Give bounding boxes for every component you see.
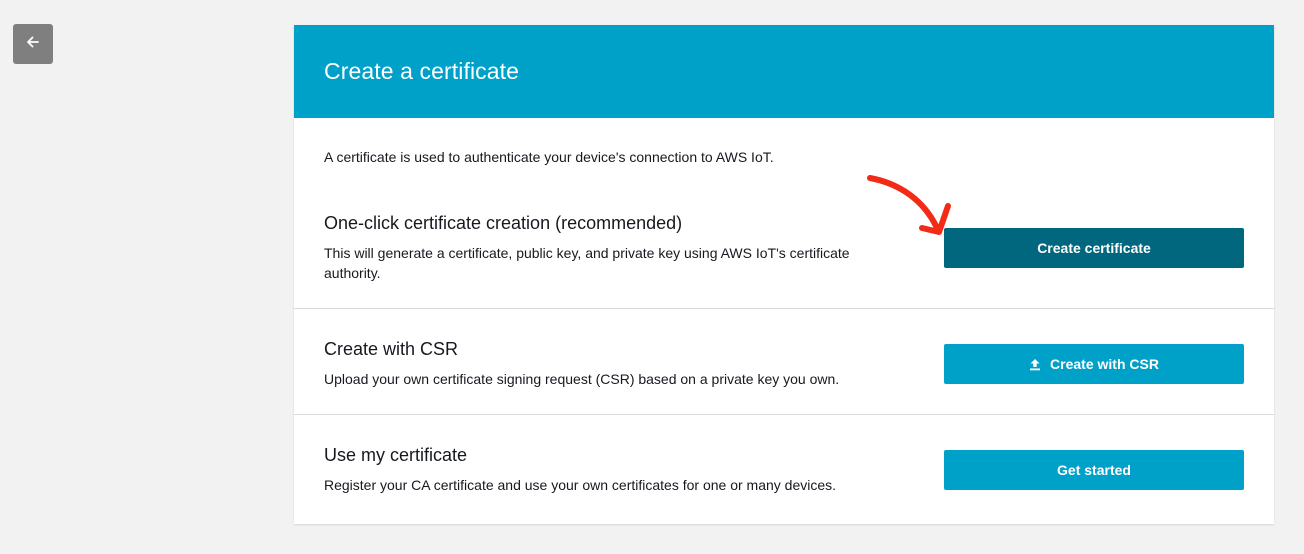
section-description: This will generate a certificate, public… (324, 245, 850, 281)
section-description: Upload your own certificate signing requ… (324, 371, 840, 387)
divider (294, 414, 1274, 415)
section-description: Register your CA certificate and use you… (324, 477, 837, 493)
section-title: Create with CSR (324, 339, 459, 359)
button-label: Get started (1057, 462, 1131, 478)
intro-text: A certificate is used to authenticate yo… (324, 149, 774, 165)
section-title: One-click certificate creation (recommen… (324, 213, 683, 233)
button-label: Create with CSR (1050, 356, 1159, 372)
page-title: Create a certificate (324, 58, 520, 84)
upload-icon (1029, 358, 1041, 371)
create-with-csr-button[interactable]: Create with CSR (944, 344, 1244, 384)
section-title: Use my certificate (324, 445, 468, 465)
divider (294, 308, 1274, 309)
button-label: Create certificate (1037, 240, 1151, 256)
get-started-button[interactable]: Get started (944, 450, 1244, 490)
red-arrow-annotation-icon (867, 175, 951, 235)
create-certificate-panel: Create a certificate A certificate is us… (294, 25, 1274, 524)
back-button[interactable] (13, 24, 53, 64)
create-certificate-button[interactable]: Create certificate (944, 228, 1244, 268)
arrow-left-icon (26, 35, 40, 54)
panel-header: Create a certificate (294, 25, 1274, 118)
